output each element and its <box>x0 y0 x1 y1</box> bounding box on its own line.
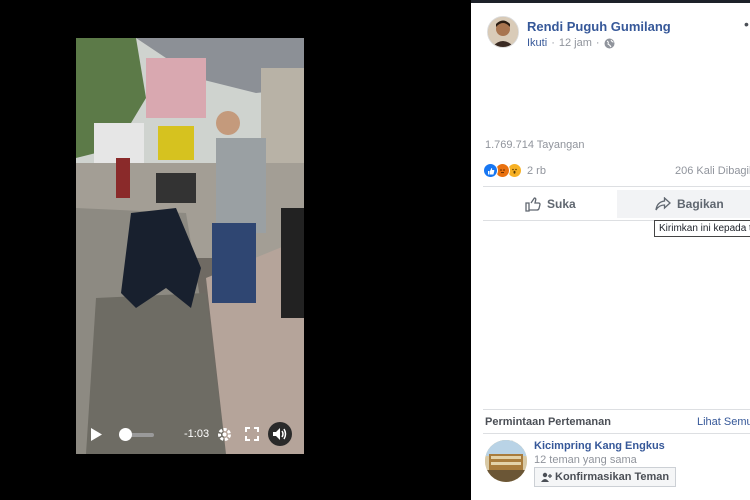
confirm-friend-label: Konfirmasikan Teman <box>555 471 670 483</box>
share-button[interactable]: Bagikan <box>617 190 750 218</box>
friend-requests-title: Permintaan Pertemanan <box>485 416 611 428</box>
follow-link[interactable]: Ikuti <box>527 37 547 49</box>
view-count: 1.769.714 Tayangan <box>485 139 585 151</box>
like-label: Suka <box>547 197 576 211</box>
post-sidebar: Rendi Puguh Gumilang • Ikuti · 12 jam · … <box>471 0 750 500</box>
thumbs-up-icon <box>525 196 541 212</box>
add-friend-icon <box>541 472 552 482</box>
post-meta: Ikuti · 12 jam · <box>527 37 615 49</box>
reactions-summary[interactable]: 2 rb <box>483 163 546 178</box>
gear-icon[interactable] <box>216 426 233 443</box>
confirm-friend-button[interactable]: Konfirmasikan Teman <box>534 467 677 487</box>
globe-icon <box>604 38 615 49</box>
see-all-link[interactable]: Lihat Semua <box>697 416 750 428</box>
meta-separator-2: · <box>595 37 600 49</box>
author-name[interactable]: Rendi Puguh Gumilang <box>527 19 671 34</box>
share-count[interactable]: 206 Kali Dibagikan <box>675 165 750 177</box>
video-scene <box>76 38 304 454</box>
like-button[interactable]: Suka <box>525 190 576 218</box>
play-icon[interactable] <box>90 428 102 441</box>
divider-top <box>483 186 750 187</box>
share-arrow-icon <box>655 197 671 211</box>
video-frame[interactable] <box>76 38 304 454</box>
video-controls: -1:03 <box>76 416 304 454</box>
volume-icon[interactable] <box>268 422 292 446</box>
fullscreen-icon[interactable] <box>245 427 259 441</box>
more-options-icon[interactable]: • <box>744 16 749 32</box>
friend-name[interactable]: Kicimpring Kang Engkus <box>534 440 665 452</box>
reaction-count: 2 rb <box>527 164 546 177</box>
friend-avatar[interactable] <box>485 440 527 482</box>
post-time[interactable]: 12 jam <box>559 37 592 49</box>
author-avatar[interactable] <box>487 16 519 48</box>
mutual-friends[interactable]: 12 teman yang sama <box>534 454 637 466</box>
progress-knob[interactable] <box>118 428 132 441</box>
time-remaining: -1:03 <box>184 428 210 440</box>
video-panel: -1:03 <box>0 0 470 500</box>
share-label: Bagikan <box>677 197 724 211</box>
divider-friends <box>483 409 750 410</box>
top-edge <box>471 0 750 3</box>
meta-separator: · <box>551 37 555 49</box>
like-reaction-icon <box>483 163 498 178</box>
divider-friends-header <box>483 433 750 434</box>
share-tooltip: Kirimkan ini kepada teman <box>654 220 750 237</box>
